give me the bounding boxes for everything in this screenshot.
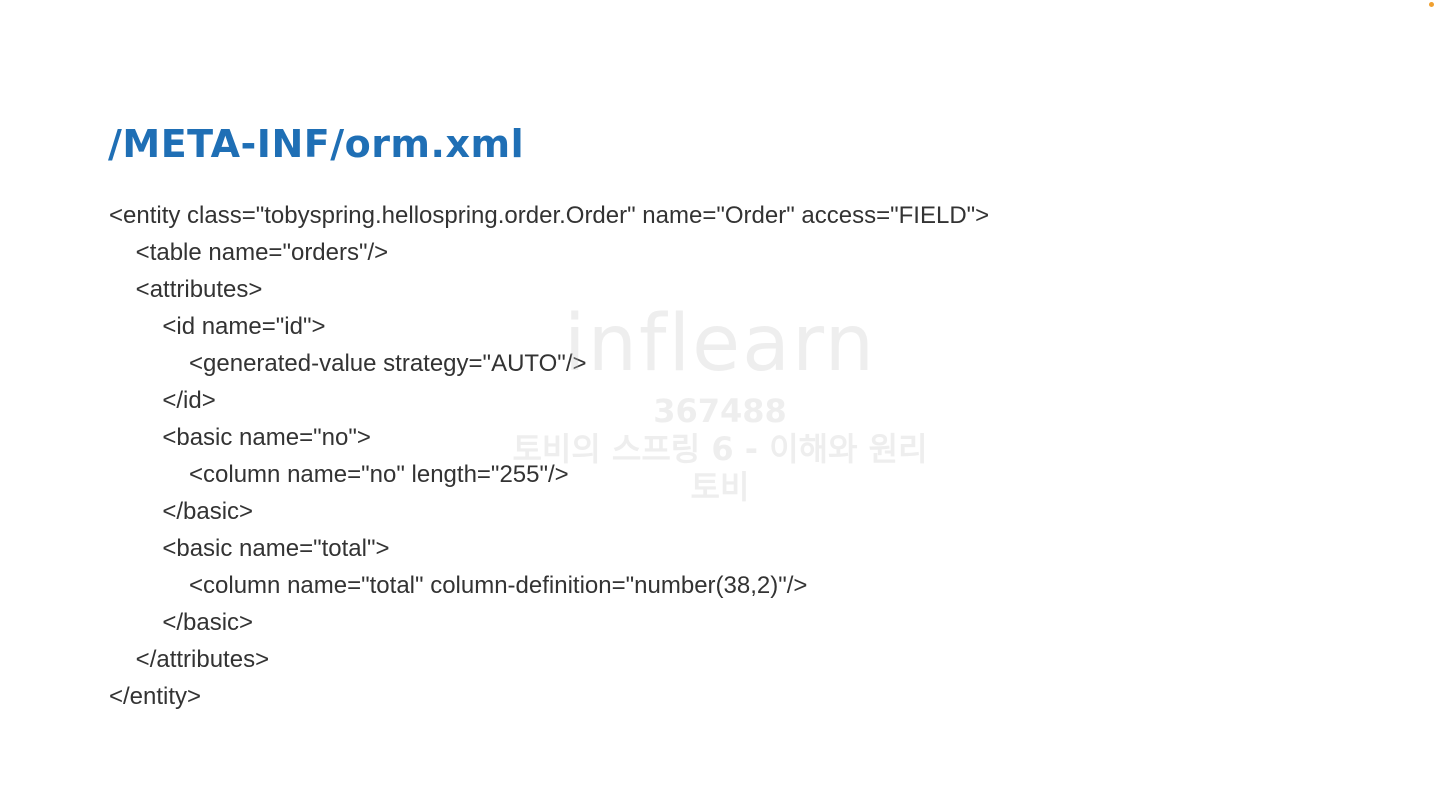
- code-line: <attributes>: [109, 276, 263, 303]
- code-line: <id name="id">: [109, 313, 326, 340]
- code-line: <entity class="tobyspring.hellospring.or…: [109, 202, 990, 229]
- code-line: <generated-value strategy="AUTO"/>: [109, 350, 587, 377]
- slide-title: /META-INF/orm.xml: [108, 122, 525, 166]
- code-line: <table name="orders"/>: [109, 239, 389, 266]
- status-dot: [1429, 2, 1434, 7]
- slide: /META-INF/orm.xml <entity class="tobyspr…: [0, 0, 1440, 810]
- code-line: <basic name="no">: [109, 424, 371, 451]
- code-line: </attributes>: [109, 646, 270, 673]
- code-line: </id>: [109, 387, 216, 414]
- code-block: <entity class="tobyspring.hellospring.or…: [109, 197, 989, 715]
- code-line: <basic name="total">: [109, 535, 390, 562]
- code-line: </entity>: [109, 683, 202, 710]
- code-line: </basic>: [109, 609, 254, 636]
- code-line: </basic>: [109, 498, 254, 525]
- code-line: <column name="total" column-definition="…: [109, 572, 808, 599]
- code-line: <column name="no" length="255"/>: [109, 461, 569, 488]
